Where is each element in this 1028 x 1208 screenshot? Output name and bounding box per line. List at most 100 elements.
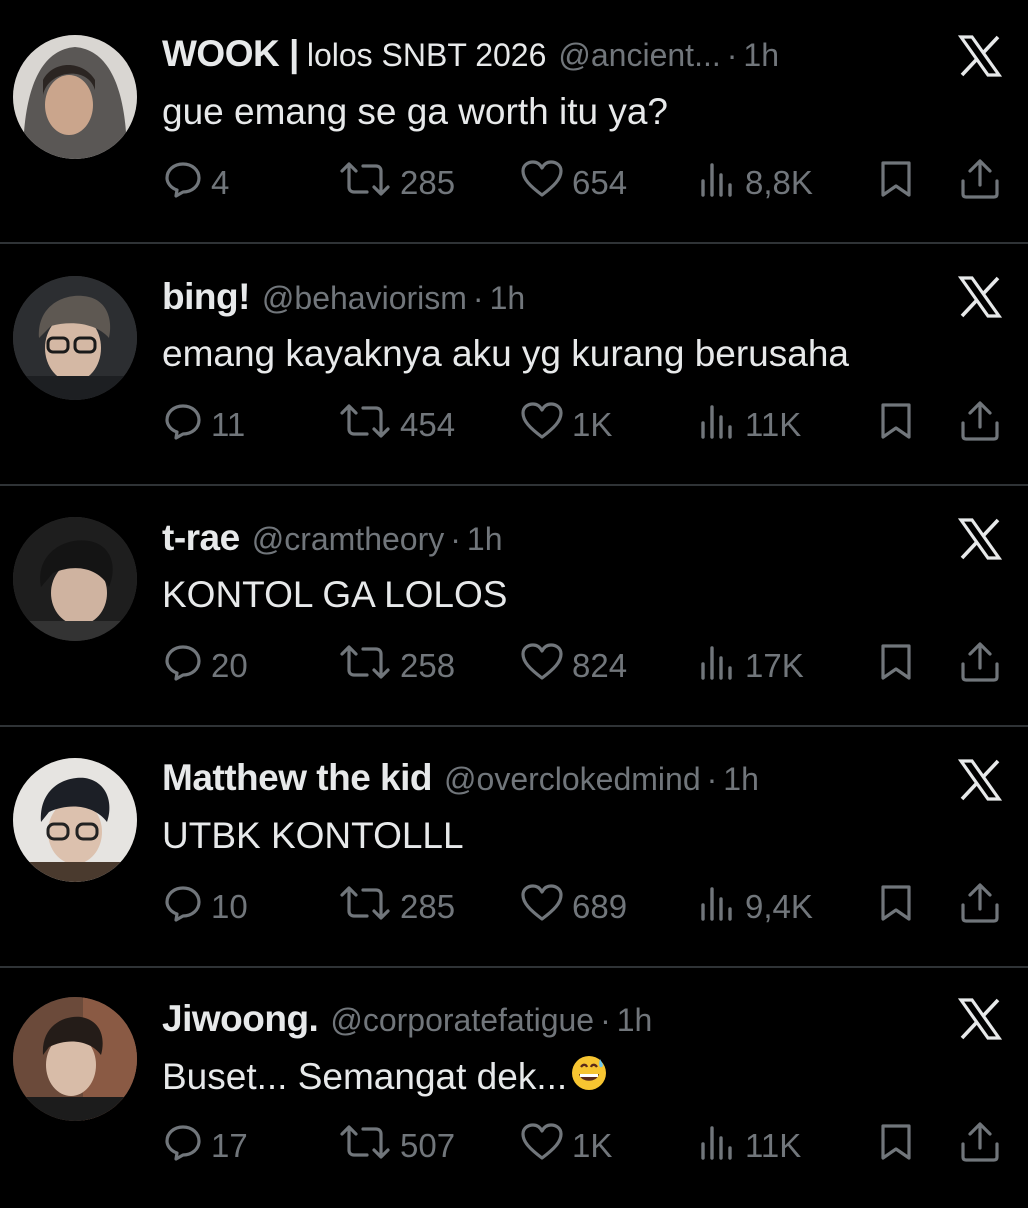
avatar[interactable]	[13, 517, 137, 641]
views-button[interactable]: 11K	[697, 1122, 801, 1170]
username-handle[interactable]: @overclokedmind	[444, 755, 701, 803]
share-button[interactable]	[958, 159, 1002, 207]
tweet-text-content: Buset... Semangat dek...	[162, 1056, 568, 1097]
tweet-2[interactable]: bing! @behaviorism · 1h emang kayaknya a…	[0, 243, 1028, 484]
avatar[interactable]	[13, 758, 137, 882]
like-count: 1K	[572, 406, 613, 443]
avatar[interactable]	[13, 276, 137, 400]
display-name[interactable]: WOOK |	[162, 30, 299, 78]
views-icon	[697, 401, 737, 449]
username-handle[interactable]: @cramtheory	[252, 515, 445, 563]
share-button[interactable]	[958, 401, 1002, 449]
username-handle[interactable]: @behaviorism	[262, 274, 467, 322]
heart-icon	[520, 401, 564, 449]
tweet-header: WOOK | lolos SNBT 2026 @ancient... · 1h	[162, 30, 779, 78]
views-button[interactable]: 9,4K	[697, 883, 813, 931]
retweet-icon	[338, 1122, 392, 1170]
tweet-actions: 20 258 824 17K	[0, 642, 1028, 690]
reply-count: 11	[211, 406, 246, 443]
retweet-count: 285	[400, 164, 456, 201]
x-logo-icon	[957, 275, 1003, 319]
reply-count: 20	[211, 647, 248, 684]
retweet-count: 285	[400, 888, 456, 925]
heart-icon	[520, 642, 564, 690]
reply-button[interactable]: 10	[163, 883, 248, 931]
separator-dot: ·	[600, 1002, 611, 1038]
timestamp[interactable]: 1h	[467, 515, 503, 563]
tweet-actions: 17 507 1K 11K	[0, 1122, 1028, 1170]
avatar[interactable]	[13, 35, 137, 159]
display-name[interactable]: Matthew the kid	[162, 754, 433, 802]
retweet-button[interactable]: 285	[338, 159, 455, 207]
retweet-icon	[338, 883, 392, 931]
reply-icon	[163, 159, 203, 207]
reply-button[interactable]: 20	[163, 642, 248, 690]
timestamp[interactable]: 1h	[490, 274, 526, 322]
bookmark-button[interactable]	[876, 159, 916, 207]
share-button[interactable]	[958, 642, 1002, 690]
views-icon	[697, 159, 737, 207]
views-count: 11K	[745, 1127, 802, 1164]
display-name-suffix[interactable]: lolos SNBT 2026	[307, 31, 547, 79]
tweet-text: KONTOL GA LOLOS	[162, 574, 508, 615]
retweet-button[interactable]: 454	[338, 401, 455, 449]
tweet-4[interactable]: Matthew the kid @overclokedmind · 1h UTB…	[0, 726, 1028, 967]
reply-icon	[163, 1122, 203, 1170]
reply-count: 17	[211, 1127, 248, 1164]
bookmark-icon	[876, 1122, 916, 1170]
tweet-header: t-rae @cramtheory · 1h	[162, 514, 502, 562]
display-name[interactable]: t-rae	[162, 514, 240, 562]
reply-icon	[163, 883, 203, 931]
views-icon	[697, 642, 737, 690]
retweet-button[interactable]: 285	[338, 883, 455, 931]
reply-button[interactable]: 11	[163, 401, 245, 449]
x-logo-icon	[957, 517, 1003, 561]
share-button[interactable]	[958, 1122, 1002, 1170]
tweet-header: Matthew the kid @overclokedmind · 1h	[162, 754, 759, 802]
display-name[interactable]: Jiwoong.	[162, 995, 319, 1043]
views-icon	[697, 1122, 737, 1170]
retweet-button[interactable]: 258	[338, 642, 455, 690]
share-icon	[958, 640, 1002, 692]
like-button[interactable]: 1K	[520, 401, 612, 449]
heart-icon	[520, 883, 564, 931]
bookmark-button[interactable]	[876, 642, 916, 690]
tweet-text: Buset... Semangat dek...	[162, 1053, 609, 1105]
timestamp[interactable]: 1h	[617, 996, 653, 1044]
bookmark-button[interactable]	[876, 401, 916, 449]
tweet-3[interactable]: t-rae @cramtheory · 1h KONTOL GA LOLOS 2…	[0, 485, 1028, 726]
username-handle[interactable]: @corporatefatigue	[330, 996, 594, 1044]
bookmark-icon	[876, 401, 916, 449]
reply-count: 10	[211, 888, 248, 925]
timestamp[interactable]: 1h	[723, 755, 759, 803]
views-button[interactable]: 17K	[697, 642, 804, 690]
tweet-header: Jiwoong. @corporatefatigue · 1h	[162, 995, 652, 1043]
views-button[interactable]: 11K	[697, 401, 801, 449]
like-button[interactable]: 654	[520, 159, 627, 207]
like-button[interactable]: 824	[520, 642, 627, 690]
like-button[interactable]: 689	[520, 883, 627, 931]
like-count: 689	[572, 888, 628, 925]
bookmark-button[interactable]	[876, 883, 916, 931]
retweet-button[interactable]: 507	[338, 1122, 455, 1170]
tweet-5[interactable]: Jiwoong. @corporatefatigue · 1h Buset...…	[0, 967, 1028, 1208]
like-button[interactable]: 1K	[520, 1122, 612, 1170]
bookmark-button[interactable]	[876, 1122, 916, 1170]
avatar[interactable]	[13, 997, 137, 1121]
tweet-text: UTBK KONTOLLL	[162, 815, 464, 856]
timeline-feed: WOOK | lolos SNBT 2026 @ancient... · 1h …	[0, 0, 1028, 1200]
share-button[interactable]	[958, 883, 1002, 931]
x-logo-icon	[957, 997, 1003, 1041]
timestamp[interactable]: 1h	[743, 31, 779, 79]
tweet-1[interactable]: WOOK | lolos SNBT 2026 @ancient... · 1h …	[0, 0, 1028, 241]
reply-button[interactable]: 4	[163, 159, 229, 207]
retweet-icon	[338, 159, 392, 207]
username-handle[interactable]: @ancient...	[558, 31, 720, 79]
display-name[interactable]: bing!	[162, 273, 250, 321]
views-button[interactable]: 8,8K	[697, 159, 813, 207]
views-count: 11K	[745, 406, 802, 443]
reply-button[interactable]: 17	[163, 1122, 248, 1170]
reply-count: 4	[211, 164, 230, 201]
tweet-text: gue emang se ga worth itu ya?	[162, 91, 668, 132]
share-icon	[958, 399, 1002, 451]
